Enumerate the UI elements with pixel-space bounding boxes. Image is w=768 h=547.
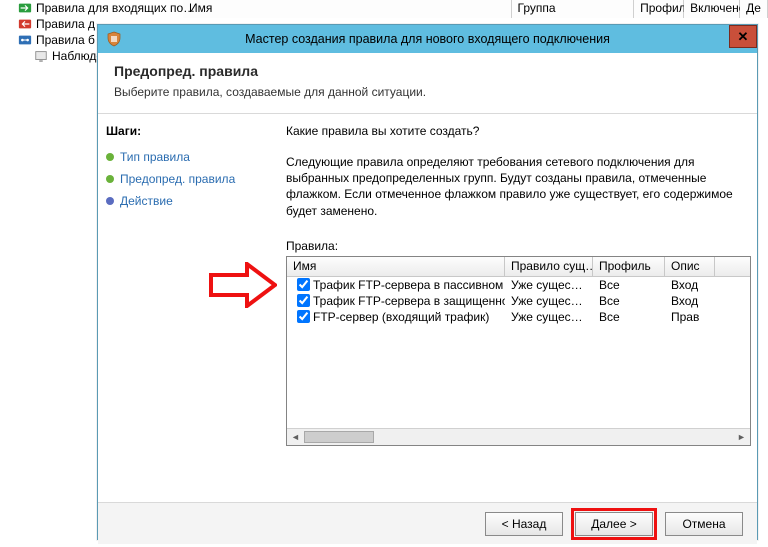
- scroll-right-arrow[interactable]: ►: [733, 429, 750, 445]
- scroll-left-arrow[interactable]: ◄: [287, 429, 304, 445]
- monitoring-icon: [34, 49, 48, 63]
- bg-column-header: Имя Группа Профиль Включено Де: [183, 0, 768, 18]
- list-header: Имя Правило сущ… Профиль Опис: [287, 257, 750, 277]
- close-icon: ✕: [738, 29, 749, 45]
- rule-name: Трафик FTP-сервера в пассивном режим…: [313, 278, 505, 292]
- step-predefined-rules[interactable]: Предопред. правила: [106, 168, 272, 190]
- col-profile[interactable]: Профиль: [593, 257, 665, 276]
- wizard-title: Мастер создания правила для нового входя…: [98, 32, 757, 46]
- step-action[interactable]: Действие: [106, 190, 272, 212]
- rule-checkbox[interactable]: [297, 278, 310, 291]
- wizard-header: Предопред. правила Выберите правила, соз…: [98, 53, 757, 114]
- steps-panel: Шаги: Тип правила Предопред. правила Дей…: [98, 114, 280, 502]
- back-button[interactable]: < Назад: [485, 512, 563, 536]
- steps-label: Шаги:: [106, 124, 272, 138]
- step-dot-icon: [106, 175, 114, 183]
- step-dot-icon: [106, 197, 114, 205]
- description-text: Следующие правила определяют требования …: [286, 154, 751, 219]
- tree-item-label: Правила б: [36, 33, 95, 47]
- connection-rules-icon: [18, 33, 32, 47]
- prompt-text: Какие правила вы хотите создать?: [286, 124, 751, 138]
- bg-col-name[interactable]: Имя: [183, 0, 512, 18]
- rule-checkbox[interactable]: [297, 310, 310, 323]
- wizard-footer: < Назад Далее > Отмена: [98, 502, 757, 544]
- scroll-thumb[interactable]: [304, 431, 374, 443]
- rule-checkbox[interactable]: [297, 294, 310, 307]
- col-desc[interactable]: Опис: [665, 257, 715, 276]
- tree-item-label: Правила д: [36, 17, 95, 31]
- rule-desc: Вход: [665, 278, 715, 292]
- step-label: Действие: [120, 194, 173, 208]
- wizard-main: Какие правила вы хотите создать? Следующ…: [280, 114, 757, 502]
- rule-exists: Уже существ…: [505, 278, 593, 292]
- rule-desc: Вход: [665, 294, 715, 308]
- bg-col-action[interactable]: Де: [740, 0, 768, 18]
- step-label: Предопред. правила: [120, 172, 235, 186]
- rule-profile: Все: [593, 294, 665, 308]
- table-row[interactable]: FTP-сервер (входящий трафик) Уже существ…: [287, 309, 750, 325]
- cancel-button[interactable]: Отмена: [665, 512, 743, 536]
- table-row[interactable]: Трафик FTP-сервера в защищенном режи… Уж…: [287, 293, 750, 309]
- rule-exists: Уже существ…: [505, 294, 593, 308]
- bg-col-profile[interactable]: Профиль: [634, 0, 684, 18]
- bg-col-group[interactable]: Группа: [512, 0, 635, 18]
- horizontal-scrollbar[interactable]: ◄ ►: [287, 428, 750, 445]
- rule-desc: Прав: [665, 310, 715, 324]
- rule-profile: Все: [593, 278, 665, 292]
- col-exists[interactable]: Правило сущ…: [505, 257, 593, 276]
- tree-item-inbound-rules[interactable]: Правила для входящих по…: [0, 0, 183, 16]
- step-rule-type[interactable]: Тип правила: [106, 146, 272, 168]
- tree-item-label: Правила для входящих по…: [36, 1, 195, 15]
- rule-name: Трафик FTP-сервера в защищенном режи…: [313, 294, 505, 308]
- rules-listbox[interactable]: Имя Правило сущ… Профиль Опис Трафик FTP…: [286, 256, 751, 446]
- rule-name: FTP-сервер (входящий трафик): [313, 310, 489, 324]
- close-button[interactable]: ✕: [729, 25, 757, 48]
- bg-col-enabled[interactable]: Включено: [684, 0, 740, 18]
- step-dot-icon: [106, 153, 114, 161]
- table-row[interactable]: Трафик FTP-сервера в пассивном режим… Уж…: [287, 277, 750, 293]
- page-subtitle: Выберите правила, создаваемые для данной…: [114, 85, 741, 99]
- inbound-rules-icon: [18, 1, 32, 15]
- scroll-track[interactable]: [304, 429, 733, 445]
- rule-exists: Уже существ…: [505, 310, 593, 324]
- wizard-dialog: Мастер создания правила для нового входя…: [97, 24, 758, 540]
- outbound-rules-icon: [18, 17, 32, 31]
- step-label: Тип правила: [120, 150, 190, 164]
- page-title: Предопред. правила: [114, 63, 741, 79]
- wizard-titlebar[interactable]: Мастер создания правила для нового входя…: [98, 25, 757, 53]
- rule-profile: Все: [593, 310, 665, 324]
- next-button[interactable]: Далее >: [575, 512, 653, 536]
- col-name[interactable]: Имя: [287, 257, 505, 276]
- rules-label: Правила:: [286, 239, 751, 253]
